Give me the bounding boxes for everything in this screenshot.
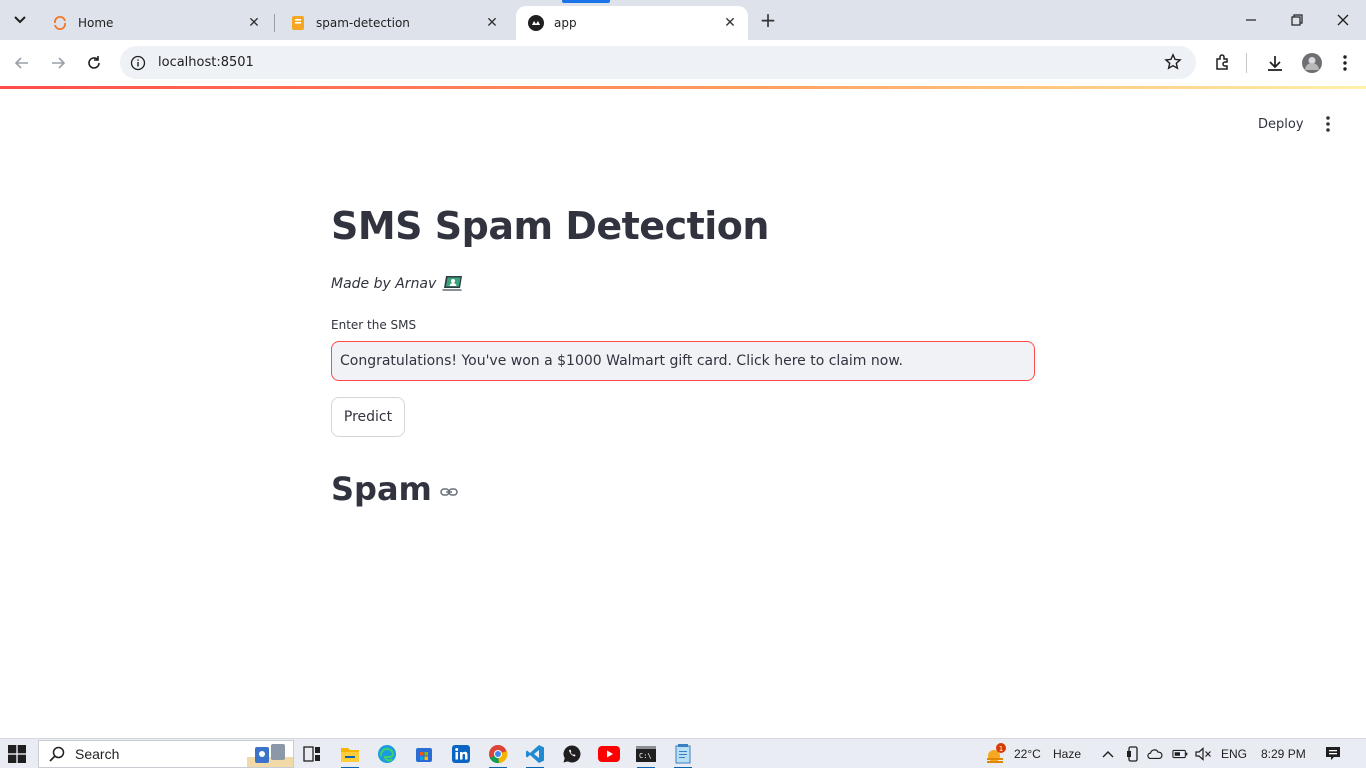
toolbar-divider [1246,53,1247,73]
active-tab-indicator [562,0,610,3]
address-bar[interactable]: localhost:8501 [120,46,1196,79]
weather-alert-badge: 1 [999,745,1003,753]
puzzle-icon [1216,54,1228,70]
search-icon [49,746,65,762]
notebook-icon [290,15,306,31]
window-close-button[interactable] [1320,0,1366,40]
youtube-icon[interactable] [597,742,621,766]
tab-divider [274,14,275,32]
restore-icon [1291,14,1303,26]
new-tab-button[interactable]: + [756,8,780,32]
onedrive-cloud-icon[interactable] [1147,746,1163,762]
arrow-right-icon [52,57,66,69]
reload-icon [88,56,100,69]
browser-menu-button[interactable] [1334,52,1356,74]
avatar-icon [1302,53,1322,73]
search-highlight-icon [247,744,293,767]
author-caption: Made by Arnav [331,274,464,294]
chevron-down-icon [14,16,26,24]
tab-home[interactable]: Home ✕ [40,6,272,40]
caption-text: Made by Arnav [331,276,437,292]
url-text: localhost:8501 [158,55,254,70]
bookmark-star-icon[interactable] [1164,53,1182,71]
laptop-emoji-icon [442,276,463,291]
jupyter-icon [52,15,68,31]
browser-tab-strip: Home ✕ spam-detection ✕ app ✕ + [0,0,1366,40]
close-icon [1337,14,1349,26]
profile-avatar[interactable] [1301,52,1323,74]
extensions-button[interactable] [1212,52,1234,74]
sms-input[interactable] [331,341,1035,381]
more-vertical-icon [1343,55,1347,71]
browser-toolbar: localhost:8501 [0,40,1366,86]
reload-button[interactable] [80,49,108,77]
arrow-left-icon [14,57,28,69]
tab-title: Home [78,16,114,30]
app-menu-button[interactable] [1316,112,1340,136]
minimize-button[interactable] [1228,0,1274,40]
prediction-result: Spam [331,470,458,508]
more-vertical-icon [1326,116,1330,132]
chevron-up-icon[interactable] [1100,746,1116,762]
result-text: Spam [331,470,432,508]
streamlit-icon [528,15,544,31]
file-explorer-icon[interactable] [338,742,362,768]
close-icon[interactable]: ✕ [722,15,738,31]
weather-temperature[interactable]: 22°C [1014,747,1041,761]
forward-button[interactable] [44,49,72,77]
tab-app[interactable]: app ✕ [516,6,748,40]
linkedin-icon[interactable] [449,742,473,766]
tab-title: spam-detection [316,16,410,30]
speaker-muted-icon[interactable] [1195,746,1211,762]
whatsapp-icon[interactable] [560,742,584,766]
back-button[interactable] [8,49,36,77]
task-view-icon[interactable] [300,742,324,766]
close-icon[interactable]: ✕ [484,15,500,31]
chrome-icon[interactable] [486,742,510,768]
tab-spam-detection[interactable]: spam-detection ✕ [278,6,510,40]
terminal-icon[interactable]: C:\ [634,742,658,768]
anchor-link-icon[interactable] [440,483,458,501]
download-icon [1268,56,1282,71]
weather-icon[interactable]: 1 [984,742,1008,766]
page-title: SMS Spam Detection [331,204,769,248]
tab-search-button[interactable] [6,6,34,34]
edge-icon[interactable] [375,742,399,766]
taskbar-search-box[interactable]: Search [38,740,294,768]
downloads-button[interactable] [1264,52,1286,74]
windows-start-icon[interactable] [8,745,26,763]
battery-icon[interactable] [1172,746,1188,762]
predict-button[interactable]: Predict [331,397,405,437]
svg-text:C:\: C:\ [639,752,652,760]
windows-taskbar: Search C:\ 1 22°C Haze ENG 8:29 PM [0,738,1366,768]
search-label: Search [75,746,120,762]
minimize-icon [1246,19,1256,21]
clock-time[interactable]: 8:29 PM [1261,747,1306,761]
store-icon[interactable] [412,742,436,766]
input-language[interactable]: ENG [1221,747,1247,761]
sms-input-label: Enter the SMS [331,318,417,332]
streamlit-decoration-bar [0,86,1366,89]
site-info-icon[interactable] [130,55,146,71]
deploy-button[interactable]: Deploy [1250,112,1312,136]
weather-condition[interactable]: Haze [1053,747,1081,761]
restore-button[interactable] [1274,0,1320,40]
close-icon[interactable]: ✕ [246,15,262,31]
notification-center-icon[interactable] [1325,746,1341,762]
vscode-icon[interactable] [523,742,547,768]
notepad-icon[interactable] [671,742,695,768]
phone-link-icon[interactable] [1125,746,1141,762]
tab-title: app [554,16,577,30]
